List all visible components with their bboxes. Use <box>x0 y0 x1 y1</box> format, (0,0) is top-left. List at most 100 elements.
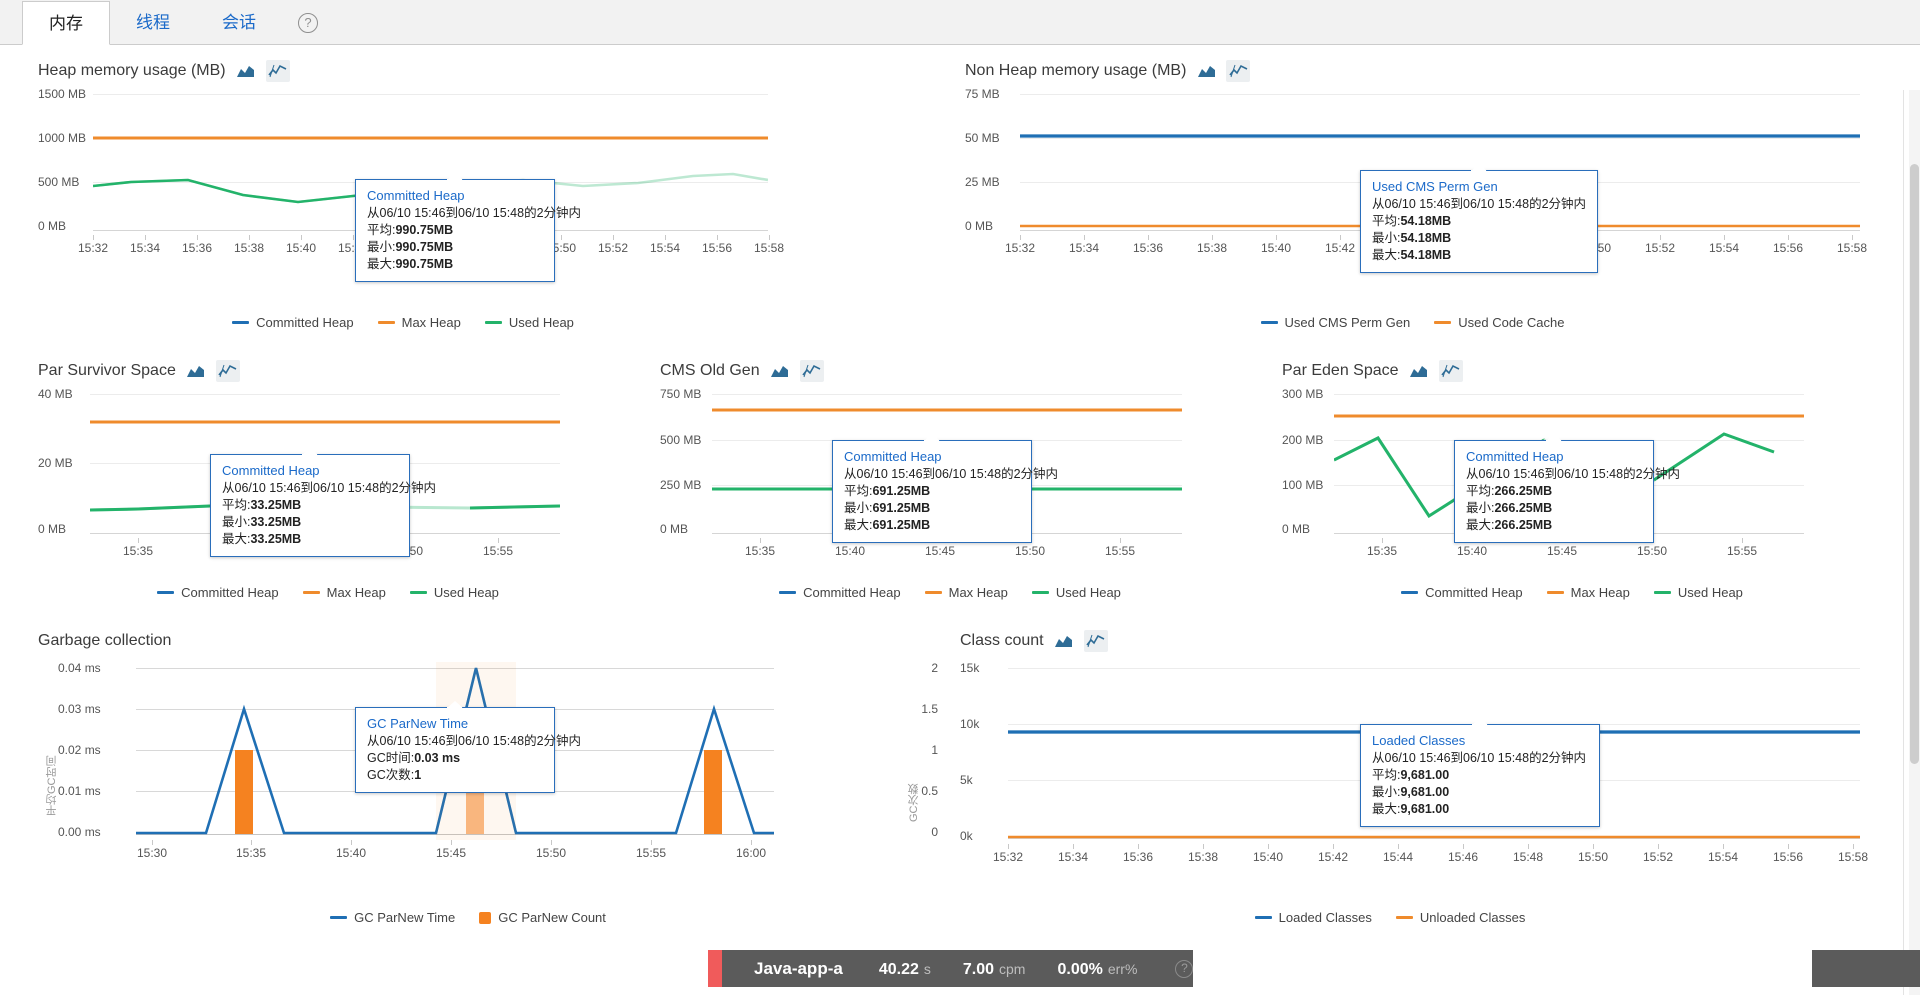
eden-plot: 300 MB 200 MB 100 MB 0 MB 15:35 15:40 1 <box>1282 388 1862 563</box>
panel-eden-title-row: Par Eden Space <box>1282 360 1862 382</box>
legend-item-max-heap[interactable]: Max Heap <box>378 315 461 330</box>
tooltip-heap-max: 990.75MB <box>395 257 453 271</box>
classcount-xaxis: 15:32 15:34 15:36 15:38 15:40 15:42 15:4… <box>1008 844 1860 866</box>
scrollbar-thumb[interactable] <box>1910 164 1919 764</box>
heap-xtick: 15:58 <box>754 241 784 255</box>
eden-xtick: 15:40 <box>1457 544 1487 558</box>
status-response-unit: s <box>924 961 931 977</box>
tooltip-survivor-avg: 33.25MB <box>250 498 301 512</box>
cmsold-ytick-750: 750 MB <box>660 387 701 401</box>
line-chart-icon[interactable] <box>266 60 290 82</box>
survivor-xtick: 15:35 <box>123 544 153 558</box>
vertical-scrollbar[interactable] <box>1909 90 1920 995</box>
survivor-ytick-0: 0 MB <box>38 522 66 536</box>
tooltip-cmsold-range: 从06/10 15:46到06/10 15:48的2分钟内 <box>844 466 1020 483</box>
area-chart-icon[interactable] <box>768 360 792 382</box>
gc-xtick: 15:40 <box>336 846 366 860</box>
legend-item-gc-parnew-count[interactable]: GC ParNew Count <box>479 910 606 925</box>
gc-xtick: 15:35 <box>236 846 266 860</box>
legend-item-used-heap[interactable]: Used Heap <box>485 315 574 330</box>
tooltip-classcount-avg-label: 平均: <box>1372 768 1400 782</box>
status-help-icon[interactable]: ? <box>1175 960 1193 978</box>
heap-plot: 1500 MB 1000 MB 500 MB 0 MB 15:32 15:34 <box>38 90 768 285</box>
heap-xtick: 15:40 <box>286 241 316 255</box>
tooltip-eden-range: 从06/10 15:46到06/10 15:48的2分钟内 <box>1466 466 1642 483</box>
gc-xaxis: 15:30 15:35 15:40 15:45 15:50 15:55 16:0… <box>136 840 774 862</box>
tooltip-survivor-avg-label: 平均: <box>222 498 250 512</box>
classcount-ytick-15k: 15k <box>960 661 979 675</box>
legend-item-gc-parnew-time[interactable]: GC ParNew Time <box>330 910 455 925</box>
legend-item-used-code-cache[interactable]: Used Code Cache <box>1434 315 1564 330</box>
status-metrics: Java-app-a 40.22 s 7.00 cpm 0.00% err% ? <box>722 959 1193 979</box>
line-chart-icon[interactable] <box>1439 360 1463 382</box>
area-chart-icon[interactable] <box>1194 60 1218 82</box>
tooltip-heap-min-label: 最小: <box>367 240 395 254</box>
tooltip-eden-max: 266.25MB <box>1494 518 1552 532</box>
tooltip-eden-min: 266.25MB <box>1494 501 1552 515</box>
tooltip-gc-range: 从06/10 15:46到06/10 15:48的2分钟内 <box>367 733 543 750</box>
tooltip-survivor-max-label: 最大: <box>222 532 250 546</box>
nonheap-xtick: 15:40 <box>1261 241 1291 255</box>
tooltip-cmsold-min-label: 最小: <box>844 501 872 515</box>
help-icon[interactable]: ? <box>298 13 318 33</box>
classcount-xtick: 15:58 <box>1838 850 1868 864</box>
area-chart-icon[interactable] <box>1052 630 1076 652</box>
heap-ytick-500: 500 MB <box>38 175 79 189</box>
legend-item-committed-heap[interactable]: Committed Heap <box>779 585 901 600</box>
line-chart-icon[interactable] <box>216 360 240 382</box>
area-chart-icon[interactable] <box>184 360 208 382</box>
line-chart-icon[interactable] <box>1226 60 1250 82</box>
legend-item-max-heap[interactable]: Max Heap <box>925 585 1008 600</box>
tab-sessions[interactable]: 会话 <box>196 1 282 45</box>
heap-xtick: 15:32 <box>78 241 108 255</box>
tooltip-cmsold-max-label: 最大: <box>844 518 872 532</box>
eden-xtick: 15:45 <box>1547 544 1577 558</box>
classcount-xtick: 15:34 <box>1058 850 1088 864</box>
tooltip-nonheap-range: 从06/10 15:46到06/10 15:48的2分钟内 <box>1372 196 1586 213</box>
legend-item-used-heap[interactable]: Used Heap <box>410 585 499 600</box>
legend-item-used-heap[interactable]: Used Heap <box>1032 585 1121 600</box>
legend-item-committed-heap[interactable]: Committed Heap <box>1401 585 1523 600</box>
classcount-xtick: 15:56 <box>1773 850 1803 864</box>
gc-ytick-000: 0.00 ms <box>58 825 101 839</box>
tooltip-nonheap-min: 54.18MB <box>1400 231 1451 245</box>
tooltip-nonheap-min-label: 最小: <box>1372 231 1400 245</box>
gc-y2tick-0: 0 <box>931 825 938 839</box>
legend-item-committed-heap[interactable]: Committed Heap <box>157 585 279 600</box>
legend-item-loaded-classes[interactable]: Loaded Classes <box>1255 910 1372 925</box>
legend-item-unloaded-classes[interactable]: Unloaded Classes <box>1396 910 1526 925</box>
legend-label: Max Heap <box>949 585 1008 600</box>
tooltip-cmsold-min: 691.25MB <box>872 501 930 515</box>
tab-threads[interactable]: 线程 <box>110 1 196 45</box>
tooltip-gc-count: 1 <box>414 768 421 782</box>
line-chart-icon[interactable] <box>1084 630 1108 652</box>
legend-item-committed-heap[interactable]: Committed Heap <box>232 315 354 330</box>
survivor-ytick-40: 40 MB <box>38 387 73 401</box>
tooltip-classcount-min-label: 最小: <box>1372 785 1400 799</box>
heap-xtick: 15:36 <box>182 241 212 255</box>
nonheap-xtick: 15:36 <box>1133 241 1163 255</box>
area-chart-icon[interactable] <box>234 60 258 82</box>
panel-nonheap-title: Non Heap memory usage (MB) <box>965 62 1186 80</box>
nonheap-plot: 75 MB 50 MB 25 MB 0 MB 15:32 15:34 15:36… <box>965 90 1860 285</box>
status-bar: Java-app-a 40.22 s 7.00 cpm 0.00% err% ? <box>0 950 1920 987</box>
legend-item-used-heap[interactable]: Used Heap <box>1654 585 1743 600</box>
cmsold-xtick: 15:50 <box>1015 544 1045 558</box>
status-app-name[interactable]: Java-app-a <box>754 959 843 979</box>
legend-label: GC ParNew Time <box>354 910 455 925</box>
tab-memory[interactable]: 内存 <box>22 1 110 45</box>
panel-cms-old-gen: CMS Old Gen 750 MB 500 MB 250 MB 0 MB <box>660 360 1240 605</box>
tooltip-classcount-max-label: 最大: <box>1372 802 1400 816</box>
area-chart-icon[interactable] <box>1407 360 1431 382</box>
line-chart-icon[interactable] <box>800 360 824 382</box>
tab-sessions-label: 会话 <box>222 13 256 32</box>
tooltip-nonheap-max-label: 最大: <box>1372 248 1400 262</box>
eden-legend: Committed Heap Max Heap Used Heap <box>1282 585 1862 600</box>
legend-item-max-heap[interactable]: Max Heap <box>303 585 386 600</box>
nonheap-ytick-50: 50 MB <box>965 131 1000 145</box>
legend-item-max-heap[interactable]: Max Heap <box>1547 585 1630 600</box>
tooltip-cmsold-avg-label: 平均: <box>844 484 872 498</box>
tooltip-eden-title: Committed Heap <box>1466 448 1642 465</box>
legend-item-used-cms-perm-gen[interactable]: Used CMS Perm Gen <box>1261 315 1411 330</box>
survivor-ytick-20: 20 MB <box>38 456 73 470</box>
